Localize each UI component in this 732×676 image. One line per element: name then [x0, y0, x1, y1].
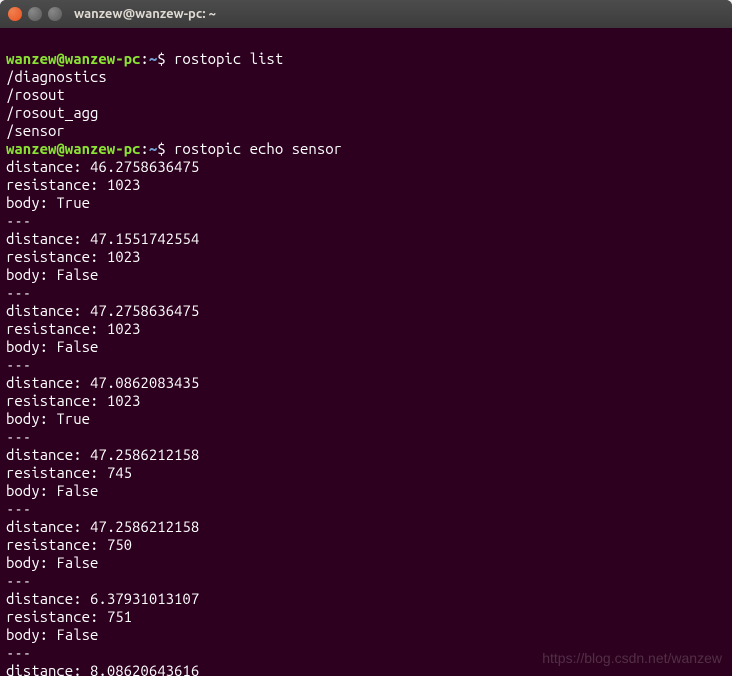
maximize-icon[interactable] [48, 7, 62, 21]
prompt-line: wanzew@wanzew-pc:~$ rostopic list [6, 50, 283, 67]
output-line: distance: 46.2758636475 [6, 158, 199, 175]
output-line: body: True [6, 194, 90, 211]
output-line: distance: 8.08620643616 [6, 662, 199, 676]
command-text: rostopic echo sensor [174, 140, 342, 157]
output-line: body: False [6, 338, 98, 355]
titlebar: wanzew@wanzew-pc: ~ [0, 0, 732, 28]
output-line: body: True [6, 410, 90, 427]
prompt-colon: : [140, 50, 148, 67]
output-line: resistance: 1023 [6, 248, 140, 265]
output-line: distance: 47.0862083435 [6, 374, 199, 391]
window-controls [8, 7, 62, 21]
prompt-path: ~ [149, 140, 157, 157]
terminal-window: wanzew@wanzew-pc: ~ wanzew@wanzew-pc:~$ … [0, 0, 732, 676]
output-line: distance: 6.37931013107 [6, 590, 199, 607]
output-line: /diagnostics [6, 68, 107, 85]
command-text: rostopic list [174, 50, 283, 67]
output-line: resistance: 750 [6, 536, 132, 553]
output-line: /rosout [6, 86, 65, 103]
separator: --- [6, 284, 31, 301]
output-line: body: False [6, 266, 98, 283]
prompt-dollar: $ [157, 50, 165, 67]
output-line: body: False [6, 482, 98, 499]
output-line: distance: 47.2586212158 [6, 446, 199, 463]
output-line: resistance: 1023 [6, 320, 140, 337]
output-line: body: False [6, 554, 98, 571]
output-line: distance: 47.2586212158 [6, 518, 199, 535]
output-line: resistance: 751 [6, 608, 132, 625]
prompt-user: wanzew@wanzew-pc [6, 50, 140, 67]
separator: --- [6, 572, 31, 589]
output-line: /sensor [6, 122, 65, 139]
separator: --- [6, 356, 31, 373]
prompt-user: wanzew@wanzew-pc [6, 140, 140, 157]
window-title: wanzew@wanzew-pc: ~ [74, 7, 216, 21]
minimize-icon[interactable] [28, 7, 42, 21]
separator: --- [6, 644, 31, 661]
output-line: distance: 47.1551742554 [6, 230, 199, 247]
terminal-content[interactable]: wanzew@wanzew-pc:~$ rostopic list /diagn… [0, 28, 732, 676]
separator: --- [6, 500, 31, 517]
output-line: /rosout_agg [6, 104, 98, 121]
prompt-colon: : [140, 140, 148, 157]
separator: --- [6, 212, 31, 229]
output-line: body: False [6, 626, 98, 643]
separator: --- [6, 428, 31, 445]
output-line: resistance: 745 [6, 464, 132, 481]
prompt-path: ~ [149, 50, 157, 67]
output-line: distance: 47.2758636475 [6, 302, 199, 319]
close-icon[interactable] [8, 7, 22, 21]
output-line: resistance: 1023 [6, 392, 140, 409]
prompt-line: wanzew@wanzew-pc:~$ rostopic echo sensor [6, 140, 342, 157]
prompt-dollar: $ [157, 140, 165, 157]
output-line: resistance: 1023 [6, 176, 140, 193]
